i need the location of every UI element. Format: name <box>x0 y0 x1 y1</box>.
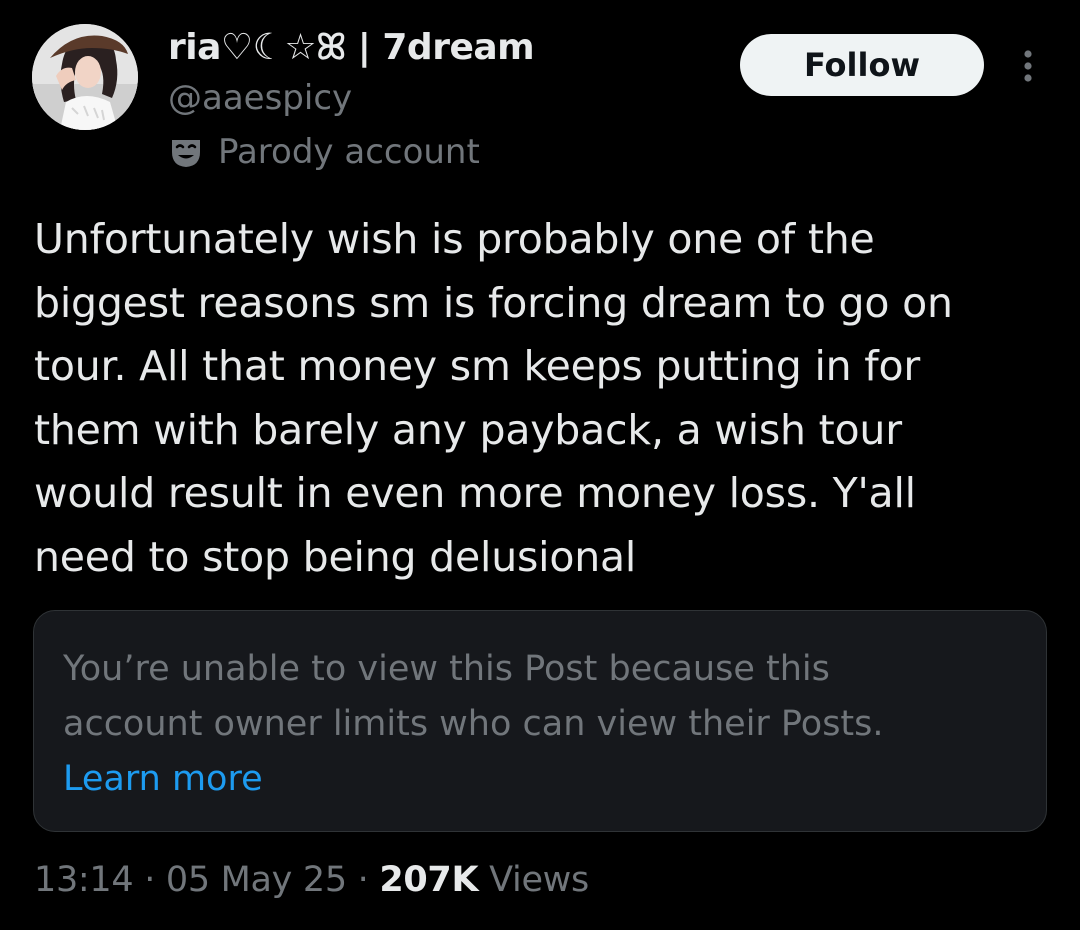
follow-button[interactable]: Follow <box>740 34 984 96</box>
meta-separator: · <box>144 860 156 900</box>
post-meta: 13:14 · 05 May 25 · 207K Views <box>34 856 589 904</box>
meta-separator: · <box>357 860 369 900</box>
parody-label-text: Parody account <box>218 132 480 172</box>
avatar-photo-icon <box>32 24 138 130</box>
post-text-line: tour. All that money sm keeps putting in… <box>34 342 921 390</box>
notice-text-line: account owner limits who can view their … <box>63 704 884 744</box>
parody-label: Parody account <box>168 128 480 176</box>
post-date[interactable]: 05 May 25 <box>166 860 347 900</box>
display-name[interactable]: ria♡☾☆ꕤ | 7dream <box>168 26 535 70</box>
post-text-line: would result in even more money loss. Y'… <box>34 469 916 517</box>
learn-more-link[interactable]: Learn more <box>63 752 884 807</box>
views-label: Views <box>489 860 589 900</box>
post-text-line: biggest reasons sm is forcing dream to g… <box>34 278 953 327</box>
unavailable-post-notice: You’re unable to view this Post because … <box>33 610 1047 832</box>
post-text: Unfortunately wish is probably one of th… <box>34 208 1054 589</box>
handle[interactable]: @aaespicy <box>168 76 534 120</box>
tweet: ria♡☾☆ꕤ | 7dream @aaespicy Parody accoun… <box>0 0 1080 930</box>
more-options-icon[interactable] <box>1008 44 1048 88</box>
post-time[interactable]: 13:14 <box>34 860 134 900</box>
author-names: ria♡☾☆ꕤ | 7dream @aaespicy <box>168 26 535 120</box>
avatar[interactable] <box>32 24 138 130</box>
parody-mask-icon <box>168 134 204 170</box>
post-text-line: Unfortunately wish is probably one of th… <box>34 215 875 263</box>
post-text-line: need to stop being delusional <box>34 532 637 581</box>
views-count: 207K <box>379 860 479 900</box>
post-text-line: them with barely any payback, a wish tou… <box>34 405 902 454</box>
notice-text-line: You’re unable to view this Post because … <box>63 649 830 689</box>
